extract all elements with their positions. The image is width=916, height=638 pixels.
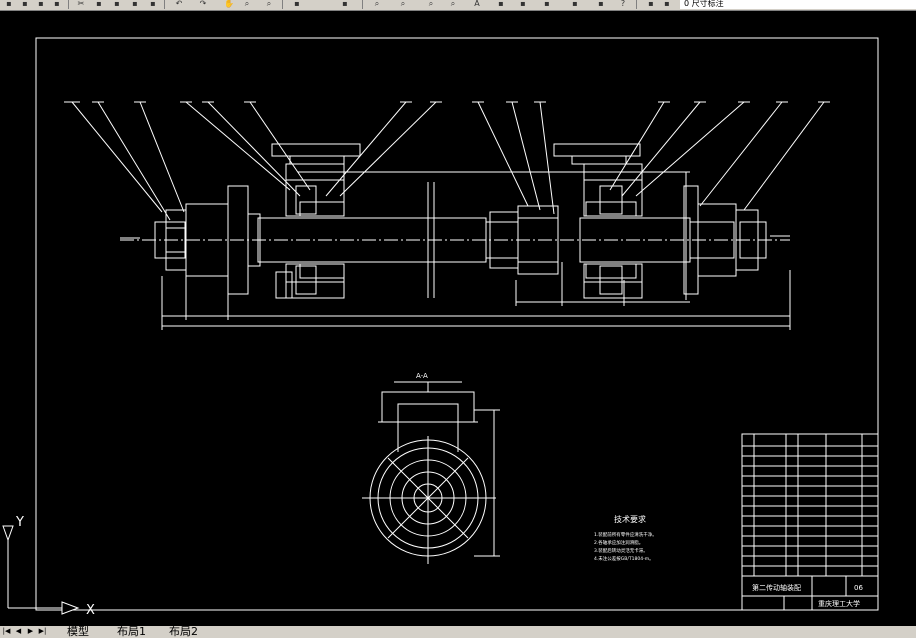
- layer-manager-icon[interactable]: ▪: [644, 0, 658, 9]
- tab-model[interactable]: 模型: [64, 626, 92, 638]
- block-editor-icon[interactable]: ▪: [146, 0, 160, 9]
- undo-icon[interactable]: ↶: [172, 0, 186, 9]
- next-tab-icon[interactable]: ▶: [26, 627, 35, 636]
- new-icon[interactable]: ▪: [2, 0, 16, 9]
- zoom-realtime-icon[interactable]: ⌕: [240, 0, 254, 9]
- open-icon[interactable]: ▪: [18, 0, 32, 9]
- ucs-y-label: Y: [15, 515, 24, 530]
- tab-layout1[interactable]: 布局1: [114, 626, 149, 638]
- first-tab-icon[interactable]: |◀: [2, 627, 11, 636]
- tool-palettes-icon[interactable]: ▪: [540, 0, 554, 9]
- requirement-2: 2.各轴承应加注润滑脂。: [594, 539, 643, 546]
- print-icon[interactable]: ▪: [50, 0, 64, 9]
- ucs-x-label: X: [86, 603, 95, 618]
- zoom-window-icon[interactable]: ⌕: [262, 0, 276, 9]
- layer-state-icon[interactable]: ▪: [660, 0, 674, 9]
- sheetset-icon[interactable]: ▪: [568, 0, 582, 9]
- requirements-title: 技术要求: [614, 514, 646, 524]
- pan-icon[interactable]: ✋: [222, 0, 236, 9]
- layout-tabbar: |◀ ◀ ▶ ▶| 模型 布局1 布局2: [0, 626, 916, 638]
- paste-icon[interactable]: ▪: [110, 0, 124, 9]
- requirement-3: 3.装配后转动灵活无卡滞。: [594, 547, 648, 554]
- properties-icon[interactable]: ▪: [290, 0, 304, 9]
- help-icon[interactable]: ?: [616, 0, 630, 9]
- copy-icon[interactable]: ▪: [92, 0, 106, 9]
- prev-tab-icon[interactable]: ◀: [14, 627, 23, 636]
- toolbar: ▪ ▪ ▪ ▪ ✂ ▪ ▪ ▪ ▪ ↶ ↷ ✋ ⌕ ⌕ ▪ ▪ ⌕ ⌕ ⌕ ⌕ …: [0, 0, 916, 11]
- zoom-scale-icon[interactable]: ⌕: [424, 0, 438, 9]
- cut-icon[interactable]: ✂: [74, 0, 88, 9]
- sheet-number: 06: [854, 584, 863, 592]
- section-label: A-A: [416, 372, 428, 380]
- zoom-out-icon[interactable]: ⌕: [446, 0, 460, 9]
- table-style-icon[interactable]: ▪: [516, 0, 530, 9]
- drawing-name: 第二传动轴装配: [752, 583, 801, 592]
- drawing-canvas[interactable]: A-A 技术要求 1.装配前所有零件应清洗干净。 2.各轴承应加注润滑脂。 3.…: [0, 11, 916, 626]
- zoom-extents-icon[interactable]: ⌕: [396, 0, 410, 9]
- requirement-1: 1.装配前所有零件应清洗干净。: [594, 531, 657, 538]
- shaft-assembly-view: [64, 101, 830, 330]
- layer-dropdown[interactable]: 0 尺寸标注: [680, 0, 916, 9]
- match-properties-icon[interactable]: ▪: [128, 0, 142, 9]
- redo-icon[interactable]: ↷: [196, 0, 210, 9]
- school-name: 重庆理工大学: [818, 599, 860, 608]
- save-icon[interactable]: ▪: [34, 0, 48, 9]
- zoom-previous-icon[interactable]: ⌕: [370, 0, 384, 9]
- ucs-icon: [2, 525, 80, 615]
- last-tab-icon[interactable]: ▶|: [38, 627, 47, 636]
- dim-style-icon[interactable]: ▪: [494, 0, 508, 9]
- tab-layout2[interactable]: 布局2: [166, 626, 201, 638]
- requirement-4: 4.未注公差按GB/T1804-m。: [594, 555, 654, 562]
- section-view: [362, 381, 500, 564]
- markup-icon[interactable]: ▪: [594, 0, 608, 9]
- design-center-icon[interactable]: ▪: [338, 0, 352, 9]
- text-style-icon[interactable]: A: [470, 0, 484, 9]
